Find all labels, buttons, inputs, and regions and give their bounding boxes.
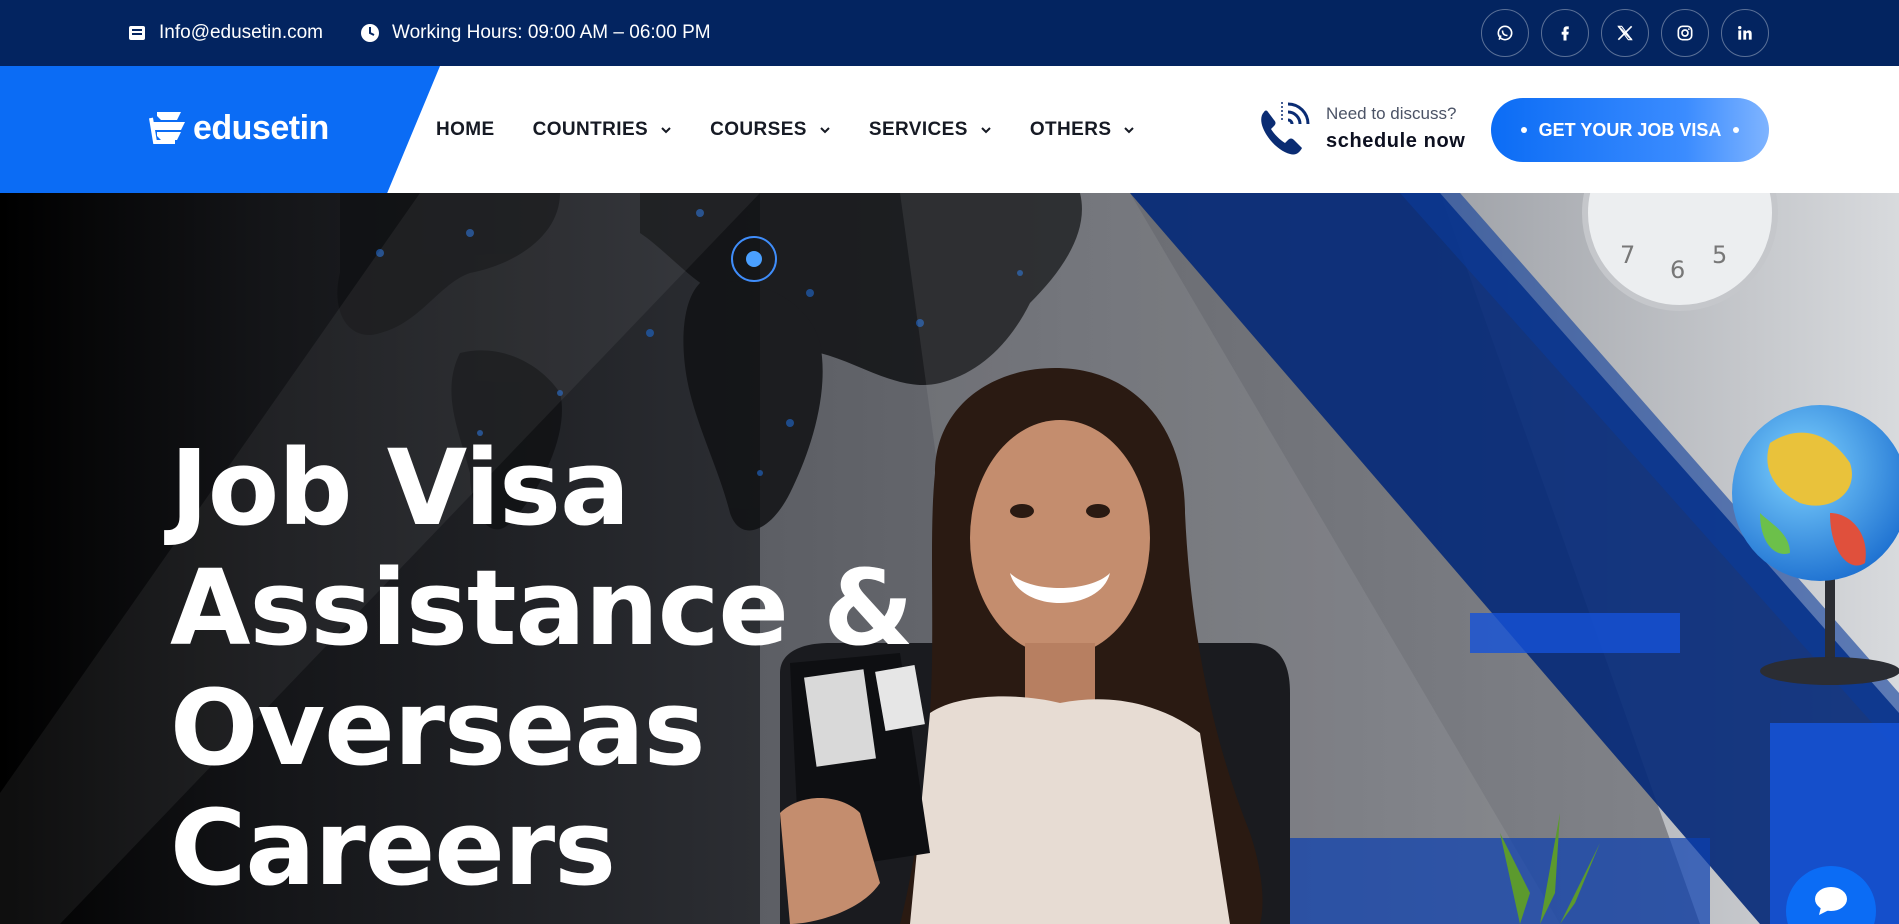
logo-mark-icon <box>149 112 185 144</box>
site-logo[interactable]: edusetin <box>147 106 329 150</box>
dot-icon <box>1520 127 1527 133</box>
hero-title-line: Careers <box>170 787 616 909</box>
hero-banner: 7 6 5 Job Visa Assistance & Overseas Car… <box>0 193 1899 924</box>
chevron-down-icon <box>1124 126 1135 133</box>
linkedin-icon <box>1738 26 1752 40</box>
x-twitter-icon <box>1617 25 1633 41</box>
nav-others[interactable]: OTHERS <box>1030 119 1136 141</box>
clock-icon <box>360 23 380 43</box>
hero-title-line: Assistance & <box>170 547 914 669</box>
svg-text:5: 5 <box>1712 241 1727 269</box>
whatsapp-icon <box>1497 25 1513 41</box>
social-whatsapp[interactable] <box>1481 9 1529 57</box>
working-hours: Working Hours: 09:00 AM – 06:00 PM <box>360 0 711 66</box>
hero-title: Job Visa Assistance & Overseas Careers <box>170 427 914 909</box>
social-links <box>1481 9 1769 57</box>
facebook-icon <box>1561 26 1569 41</box>
nav-countries-label: COUNTRIES <box>532 118 649 140</box>
social-facebook[interactable] <box>1541 9 1589 57</box>
top-bar: Info@edusetin.com Working Hours: 09:00 A… <box>0 0 1899 66</box>
chevron-down-icon <box>661 126 671 133</box>
social-x[interactable] <box>1601 9 1649 57</box>
nav-others-label: OTHERS <box>1029 118 1112 140</box>
svg-text:7: 7 <box>1620 241 1635 269</box>
schedule-now-link[interactable]: schedule now <box>1326 130 1465 153</box>
email-text: Info@edusetin.com <box>159 22 323 43</box>
chevron-down-icon <box>820 126 830 133</box>
social-instagram[interactable] <box>1661 9 1709 57</box>
nav-countries[interactable]: COUNTRIES <box>533 119 673 141</box>
svg-text:6: 6 <box>1670 256 1685 284</box>
dot-icon <box>1733 127 1740 133</box>
get-job-visa-button[interactable]: GET YOUR JOB VISA <box>1491 98 1769 162</box>
nav-home[interactable]: HOME <box>436 119 495 141</box>
envelope-icon <box>127 23 147 43</box>
main-header: edusetin HOME COUNTRIES COURSES SERVICES… <box>0 66 1899 193</box>
nav-courses[interactable]: COURSES <box>710 119 831 141</box>
nav-home-label: HOME <box>436 118 495 140</box>
chevron-down-icon <box>981 126 991 133</box>
logo-text: edusetin <box>193 108 329 147</box>
discuss-label: Need to discuss? <box>1326 103 1457 123</box>
phone-call-icon <box>1261 102 1310 155</box>
instagram-icon <box>1677 25 1693 41</box>
working-hours-text: Working Hours: 09:00 AM – 06:00 PM <box>392 22 711 43</box>
hero-title-line: Overseas <box>170 667 706 789</box>
nav-services-label: SERVICES <box>868 118 968 140</box>
social-linkedin[interactable] <box>1721 9 1769 57</box>
main-nav: HOME COUNTRIES COURSES SERVICES OTHERS <box>436 66 1173 193</box>
hero-title-line: Job Visa <box>170 427 630 549</box>
schedule-call[interactable]: Need to discuss? schedule now <box>1256 98 1465 158</box>
nav-courses-label: COURSES <box>710 118 807 140</box>
cta-label: GET YOUR JOB VISA <box>1538 119 1722 140</box>
chat-bubble-icon <box>1815 887 1847 915</box>
email-contact[interactable]: Info@edusetin.com <box>127 0 323 66</box>
nav-services[interactable]: SERVICES <box>869 119 992 141</box>
